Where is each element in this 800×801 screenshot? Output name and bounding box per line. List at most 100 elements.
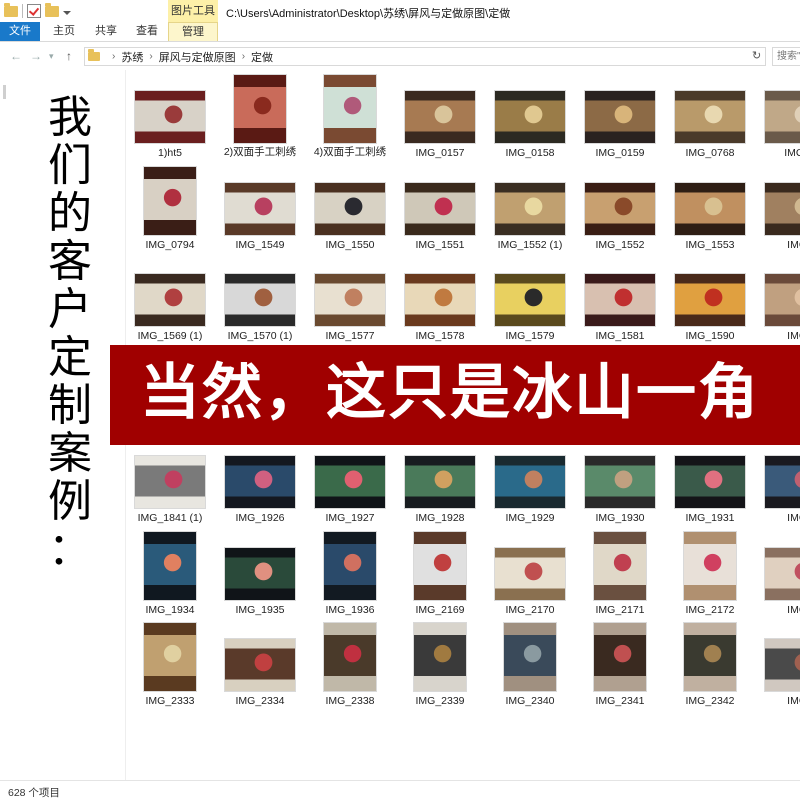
heading-char: ： bbox=[48, 524, 92, 575]
tab-view[interactable]: 查看 bbox=[128, 22, 166, 41]
nav-scrollbar[interactable] bbox=[3, 85, 6, 99]
file-name: IMG_0158 bbox=[505, 147, 555, 159]
file-item[interactable]: IMG_ bbox=[755, 440, 800, 532]
file-item[interactable]: IMG_1581 bbox=[575, 258, 665, 350]
file-name: IMG_0157 bbox=[415, 147, 465, 159]
breadcrumb-item[interactable]: 屏风与定做原图 bbox=[159, 49, 236, 65]
file-item[interactable]: IMG_1553 bbox=[665, 167, 755, 259]
image-thumbnail bbox=[585, 91, 655, 143]
file-item[interactable]: IMG_1579 bbox=[485, 258, 575, 350]
file-item[interactable]: IMG_1551 bbox=[395, 167, 485, 259]
image-thumbnail bbox=[324, 532, 376, 600]
file-name: IMG_1550 bbox=[325, 239, 375, 251]
tab-file[interactable]: 文件 bbox=[0, 22, 40, 41]
file-item[interactable]: 4)双面手工刺绣 bbox=[305, 75, 395, 167]
image-thumbnail bbox=[315, 274, 385, 326]
search-input[interactable]: 搜索"定做" bbox=[772, 47, 800, 66]
file-item[interactable]: IMG_1927 bbox=[305, 440, 395, 532]
chevron-right-icon[interactable]: › bbox=[149, 51, 152, 62]
file-name: IMG_1549 bbox=[235, 239, 285, 251]
breadcrumb-item[interactable]: 苏绣 bbox=[121, 49, 143, 65]
file-item[interactable]: IMG_1552 (1) bbox=[485, 167, 575, 259]
file-item[interactable]: IMG_0159 bbox=[575, 75, 665, 167]
file-item[interactable]: IMG_2338 bbox=[305, 623, 395, 715]
file-item[interactable]: IMG_1926 bbox=[215, 440, 305, 532]
file-item[interactable]: IMG_1929 bbox=[485, 440, 575, 532]
heading-char: 我 bbox=[48, 92, 92, 143]
file-name: 4)双面手工刺绣 bbox=[313, 146, 387, 158]
back-arrow-icon[interactable]: ← bbox=[10, 49, 22, 63]
image-thumbnail bbox=[405, 274, 475, 326]
forward-arrow-icon[interactable]: → bbox=[30, 49, 42, 63]
breadcrumb-item[interactable]: 定做 bbox=[251, 49, 273, 65]
file-item[interactable]: IMG_1931 bbox=[665, 440, 755, 532]
status-bar: 628 个项目 bbox=[0, 780, 800, 801]
file-item[interactable]: IMG_0768 bbox=[665, 75, 755, 167]
file-item[interactable]: IMG_2169 bbox=[395, 532, 485, 624]
file-item[interactable]: IMG_ bbox=[755, 167, 800, 259]
recent-locations-icon[interactable]: ▾ bbox=[49, 51, 54, 62]
tab-home[interactable]: 主页 bbox=[44, 22, 84, 41]
chevron-right-icon[interactable]: › bbox=[112, 51, 115, 62]
chevron-right-icon[interactable]: › bbox=[242, 51, 245, 62]
file-name: IMG_2171 bbox=[595, 604, 645, 616]
file-item[interactable]: IMG_2172 bbox=[665, 532, 755, 624]
folder-icon[interactable] bbox=[4, 2, 18, 17]
file-item[interactable]: IMG_1936 bbox=[305, 532, 395, 624]
chevron-down-icon[interactable] bbox=[63, 10, 71, 15]
file-name: IMG_1841 (1) bbox=[137, 512, 203, 524]
file-item[interactable]: IMG_1928 bbox=[395, 440, 485, 532]
file-name: IMG_1577 bbox=[325, 330, 375, 342]
image-thumbnail bbox=[585, 274, 655, 326]
file-name: IMG_2340 bbox=[505, 695, 555, 707]
file-item[interactable]: IMG_1590 bbox=[665, 258, 755, 350]
file-item[interactable]: IMG_ bbox=[755, 623, 800, 715]
tab-share[interactable]: 共享 bbox=[86, 22, 126, 41]
file-name: IMG_1928 bbox=[415, 512, 465, 524]
file-item[interactable]: IMG_2340 bbox=[485, 623, 575, 715]
file-item[interactable]: IMG_1934 bbox=[125, 532, 215, 624]
file-item[interactable]: IMG_2171 bbox=[575, 532, 665, 624]
new-folder-icon[interactable] bbox=[45, 2, 59, 17]
file-item[interactable]: IMG_2342 bbox=[665, 623, 755, 715]
image-thumbnail bbox=[594, 532, 646, 600]
file-item[interactable]: 1)ht5 bbox=[125, 75, 215, 167]
file-name: IMG_2172 bbox=[685, 604, 735, 616]
heading-char: 户 bbox=[48, 284, 92, 335]
file-item[interactable]: 2)双面手工刺绣 bbox=[215, 75, 305, 167]
address-bar[interactable]: › 苏绣 › 屏风与定做原图 › 定做 bbox=[84, 47, 766, 66]
file-item[interactable]: IMG_2334 bbox=[215, 623, 305, 715]
tab-manage[interactable]: 管理 bbox=[168, 22, 218, 41]
banner-text: 当然，这只是冰山一角 bbox=[140, 358, 760, 428]
image-thumbnail bbox=[225, 456, 295, 508]
properties-icon[interactable] bbox=[27, 4, 41, 18]
quick-access-toolbar bbox=[4, 2, 71, 18]
file-item[interactable]: IMG_1569 (1) bbox=[125, 258, 215, 350]
file-item[interactable]: IMG_0157 bbox=[395, 75, 485, 167]
file-item[interactable]: IMG_2339 bbox=[395, 623, 485, 715]
image-thumbnail bbox=[225, 639, 295, 691]
file-item[interactable]: IMG_0794 bbox=[125, 167, 215, 259]
file-item[interactable]: IMG_1570 (1) bbox=[215, 258, 305, 350]
file-item[interactable]: IMG_1549 bbox=[215, 167, 305, 259]
separator bbox=[22, 4, 23, 18]
file-item[interactable]: IMG_1552 bbox=[575, 167, 665, 259]
file-item[interactable]: IMG_2341 bbox=[575, 623, 665, 715]
refresh-icon[interactable]: ↻ bbox=[752, 49, 761, 62]
image-thumbnail bbox=[675, 456, 745, 508]
file-item[interactable]: IMG_0158 bbox=[485, 75, 575, 167]
file-item[interactable]: IMG_1550 bbox=[305, 167, 395, 259]
file-item[interactable]: IMG_0 bbox=[755, 75, 800, 167]
file-item[interactable]: IMG_1578 bbox=[395, 258, 485, 350]
file-item[interactable]: IMG_ bbox=[755, 258, 800, 350]
file-item[interactable]: IMG_ bbox=[755, 532, 800, 624]
file-item[interactable]: IMG_2170 bbox=[485, 532, 575, 624]
file-item[interactable]: IMG_1930 bbox=[575, 440, 665, 532]
file-name: IMG_ bbox=[787, 512, 800, 524]
file-item[interactable]: IMG_1935 bbox=[215, 532, 305, 624]
file-item[interactable]: IMG_2333 bbox=[125, 623, 215, 715]
file-item[interactable]: IMG_1841 (1) bbox=[125, 440, 215, 532]
up-arrow-icon[interactable]: ↑ bbox=[66, 49, 72, 63]
file-item[interactable]: IMG_1577 bbox=[305, 258, 395, 350]
image-thumbnail bbox=[144, 532, 196, 600]
